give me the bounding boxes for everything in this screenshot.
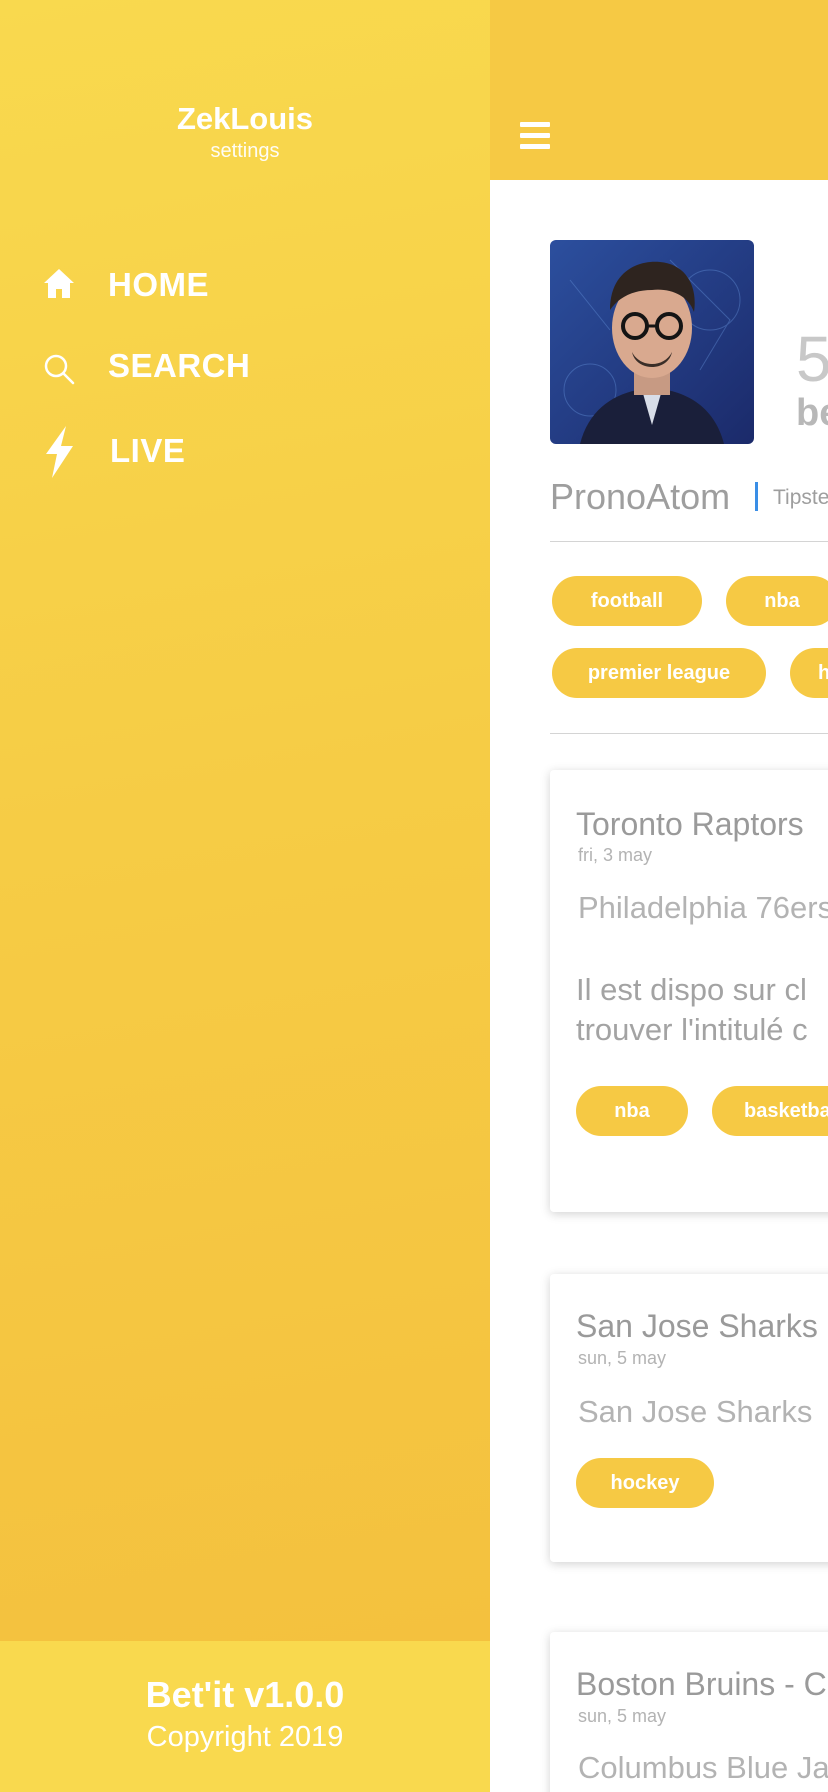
side-drawer: ZekLouis settings HOME SEARCH LIVE Bet'i… [0,0,490,1792]
nav-item-live[interactable]: LIVE [0,420,490,480]
pick-team: San Jose Sharks [578,1394,813,1429]
main-panel: 5 be PronoAtom Tipste football nba premi… [490,0,828,1792]
drawer-footer: Bet'it v1.0.0 Copyright 2019 [0,1641,490,1792]
tipster-name: PronoAtom [550,476,731,517]
bet-card[interactable]: San Jose Sharks sun, 5 may San Jose Shar… [550,1274,828,1562]
tag-basketball[interactable]: basketba [712,1086,828,1136]
pick-team: Philadelphia 76ers [578,890,828,925]
bet-description: Il est dispo sur cl trouver l'intitulé c [576,972,808,1047]
tag-hockey[interactable]: h [790,648,828,698]
match-title: San Jose Sharks [576,1308,818,1344]
search-icon [44,354,75,385]
copyright-text: Copyright 2019 [146,1721,344,1753]
lightning-icon [46,426,73,478]
nav-label-live: LIVE [110,432,186,469]
nav-label-home: HOME [108,266,209,303]
tag-nba[interactable]: nba [576,1086,688,1136]
tag-nba[interactable]: nba [726,576,828,626]
top-app-bar [490,0,828,180]
home-icon [44,269,74,298]
nav-label-search: SEARCH [108,347,251,384]
tipster-avatar [550,240,754,444]
stat-label: be [796,392,828,434]
bet-card[interactable]: Toronto Raptors fri, 3 may Philadelphia … [550,770,828,1212]
profile-divider [550,541,828,542]
nav-item-home[interactable]: HOME [0,255,490,315]
match-title: Boston Bruins - C [576,1666,827,1702]
tags-divider [550,733,828,734]
pick-team: Columbus Blue Ja [578,1750,828,1785]
tipster-role: Tipste [773,486,828,509]
tag-hockey[interactable]: hockey [576,1458,714,1508]
settings-link[interactable]: settings [0,140,490,163]
hamburger-icon[interactable] [520,122,550,150]
stat-number: 5 [796,323,828,395]
user-name[interactable]: ZekLouis [0,101,490,137]
match-date: fri, 3 may [578,845,653,865]
match-title: Toronto Raptors [576,806,804,842]
nav-item-search[interactable]: SEARCH [0,336,490,396]
tag-premier-league[interactable]: premier league [552,648,766,698]
bet-card[interactable]: Boston Bruins - C sun, 5 may Columbus Bl… [550,1632,828,1792]
match-date: sun, 5 may [578,1348,667,1368]
app-version: Bet'it v1.0.0 [145,1674,345,1715]
tag-football[interactable]: football [552,576,702,626]
match-date: sun, 5 may [578,1706,667,1726]
name-separator [755,482,758,511]
